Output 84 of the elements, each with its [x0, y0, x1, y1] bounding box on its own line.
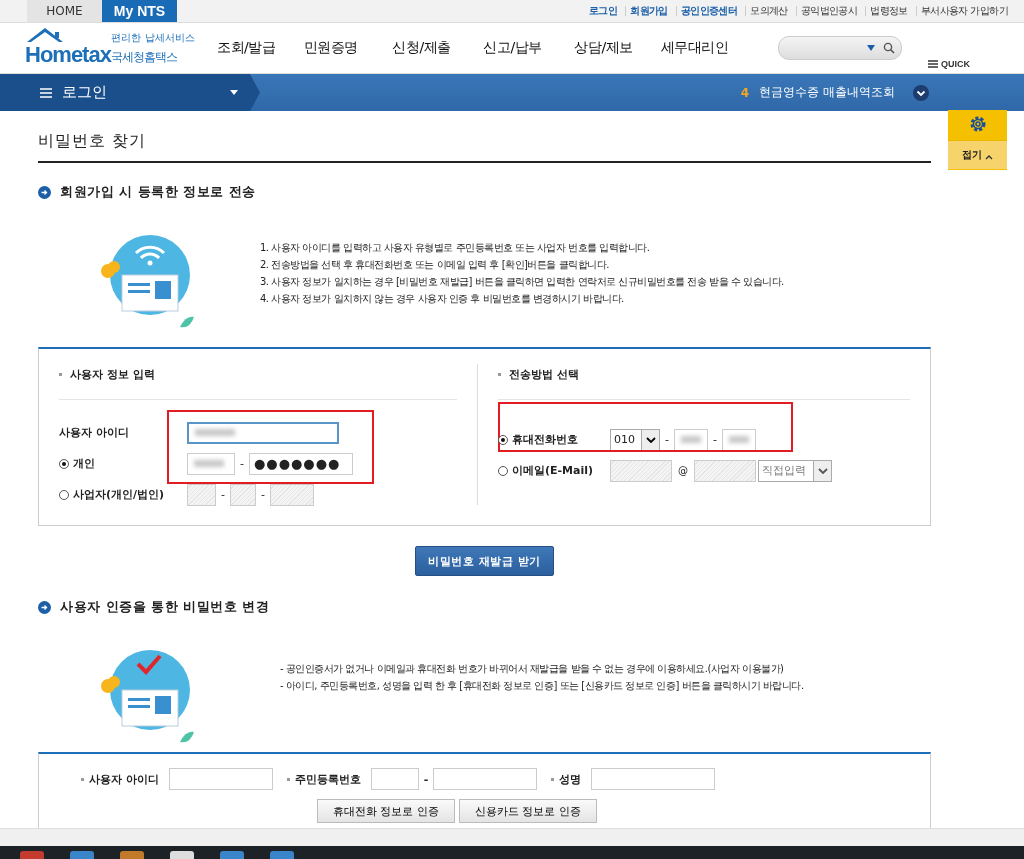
instruction-text: - 공인인증서가 없거나 이메일과 휴대전화 번호가 바뀌어서 재발급을 받을 수 없는 경우에 이용하세요.(사업자 이용불가): [280, 662, 785, 676]
radio-button[interactable]: [59, 458, 69, 469]
caret-icon[interactable]: [645, 436, 656, 443]
input-field[interactable]: [433, 768, 538, 790]
input-field[interactable]: [721, 428, 756, 451]
input-field[interactable]: [370, 768, 419, 790]
field-label: 성명: [559, 771, 582, 787]
top-link[interactable]: 법령정보: [870, 4, 908, 18]
radio-option[interactable]: 휴대전화번호: [498, 432, 610, 447]
notice-number: 4: [740, 85, 750, 100]
separator: -: [221, 488, 225, 501]
field-label: 주민등록번호: [294, 771, 361, 787]
user-id-field[interactable]: [168, 768, 273, 790]
radio-button[interactable]: [59, 489, 69, 500]
instruction-text: 3. 사용자 정보가 일치하는 경우 [비밀번호 재발급] 버튼을 클릭하면 입력한 연락처로 신규비밀번호를 전송 받을 수 있습니다.: [260, 275, 784, 289]
arrow-circle-icon: [38, 185, 51, 199]
search-field[interactable]: [778, 36, 902, 60]
verify-button[interactable]: 휴대전화 정보로 인증: [317, 799, 455, 823]
radio-button[interactable]: [498, 434, 508, 445]
instruction-text: 1. 사용자 아이디를 입력하고 사용자 유형별로 주민등록번호 또는 사업자 번호를 입력합니다.: [260, 241, 651, 255]
nav-item[interactable]: 민원증명: [285, 39, 376, 57]
option-label: 개인: [73, 456, 95, 471]
option-label: 휴대전화번호: [512, 432, 578, 447]
top-link[interactable]: 로그인: [588, 4, 618, 18]
radio-button[interactable]: [498, 465, 508, 476]
input-field[interactable]: [230, 483, 256, 506]
section-title: 사용자 인증을 통한 비밀번호 변경: [60, 598, 270, 616]
chevron-up-icon[interactable]: [985, 154, 993, 160]
search-icon[interactable]: [883, 42, 895, 54]
top-link[interactable]: 모의계산: [750, 4, 788, 18]
instruction-text: 4. 사용자 정보가 일치하지 않는 경우 사용자 인증 후 비밀번호를 변경하시기 바랍니다.: [260, 292, 625, 306]
menu-arrow-tab: [250, 74, 260, 111]
radio-option[interactable]: 사업자(개인/법인): [59, 487, 187, 502]
instruction-text: - 아이디, 주민등록번호, 성명을 입력 한 후 [휴대전화 정보로 인증] 또는 [신용카드 정보로 인증] 버튼을 클릭하시기 바랍니다.: [280, 679, 804, 693]
user-id-field[interactable]: [187, 421, 339, 444]
instruction-text: 2. 전송방법을 선택 후 휴대전화번호 또는 이메일 입력 후 [확인]버튼을 클릭합니다.: [260, 258, 610, 272]
input-field[interactable]: [187, 452, 235, 475]
field-label: 사용자 아이디: [59, 425, 130, 440]
input-field[interactable]: [269, 483, 314, 506]
verify-button[interactable]: 신용카드 정보로 인증: [459, 799, 597, 823]
reissue-button[interactable]: 비밀번호 재발급 받기: [415, 546, 554, 576]
input-field[interactable]: [674, 428, 708, 451]
nav-item[interactable]: 조회/발급: [217, 39, 285, 57]
caret-icon[interactable]: [817, 467, 828, 474]
separator: -: [240, 457, 244, 470]
page-title: 비밀번호 찾기: [38, 111, 931, 163]
option-label: 이메일(E-Mail): [512, 463, 594, 478]
section-title: 회원가입 시 등록한 정보로 전송: [60, 183, 256, 201]
caret-icon[interactable]: [230, 90, 238, 95]
name-field[interactable]: [591, 768, 716, 790]
radio-option[interactable]: 이메일(E-Mail): [498, 463, 610, 478]
radio-option[interactable]: 개인: [59, 456, 187, 471]
at-sign: @: [678, 465, 688, 476]
password-field[interactable]: ●●●●●●●: [249, 452, 353, 475]
logo[interactable]: 편리한 납세서비스 Hometax국세청홈택스: [25, 30, 195, 66]
top-link[interactable]: 회원가입: [630, 4, 668, 18]
notice-link[interactable]: 현금영수증 매출내역조회: [759, 84, 895, 101]
prefix-select[interactable]: 010: [610, 428, 660, 451]
nav-item[interactable]: 상담/제보: [558, 39, 649, 57]
nav-item[interactable]: 신청/제출: [376, 39, 467, 57]
nav-item[interactable]: 신고/납부: [467, 39, 558, 57]
top-tab[interactable]: My NTS: [102, 0, 177, 22]
top-link[interactable]: 공익법인공시: [800, 4, 858, 18]
domain-field[interactable]: [694, 459, 756, 482]
domain-select[interactable]: 직접입력: [758, 459, 832, 482]
option-label: 사업자(개인/법인): [73, 487, 165, 502]
separator: -: [261, 488, 265, 501]
email-field[interactable]: [610, 459, 672, 482]
input-field[interactable]: [187, 483, 216, 506]
top-link[interactable]: 공인인증센터: [680, 4, 738, 18]
top-tab[interactable]: HOME: [27, 0, 102, 22]
panel-title: 전송방법 선택: [509, 366, 579, 382]
quick-menu-link[interactable]: QUICK: [928, 59, 970, 69]
collapse-button[interactable]: 접기: [948, 140, 1007, 169]
nav-item[interactable]: 세무대리인: [649, 39, 740, 57]
separator: -: [665, 433, 669, 446]
arrow-circle-icon: [38, 600, 51, 614]
menu-icon[interactable]: [928, 60, 938, 68]
separator: -: [713, 433, 717, 446]
separator: -: [423, 772, 429, 786]
top-link[interactable]: 부서사용자 가입하기: [920, 4, 1008, 18]
panel-title: 사용자 정보 입력: [70, 366, 155, 382]
chevron-down-icon[interactable]: [913, 84, 929, 101]
field-label: 사용자 아이디: [89, 771, 159, 787]
